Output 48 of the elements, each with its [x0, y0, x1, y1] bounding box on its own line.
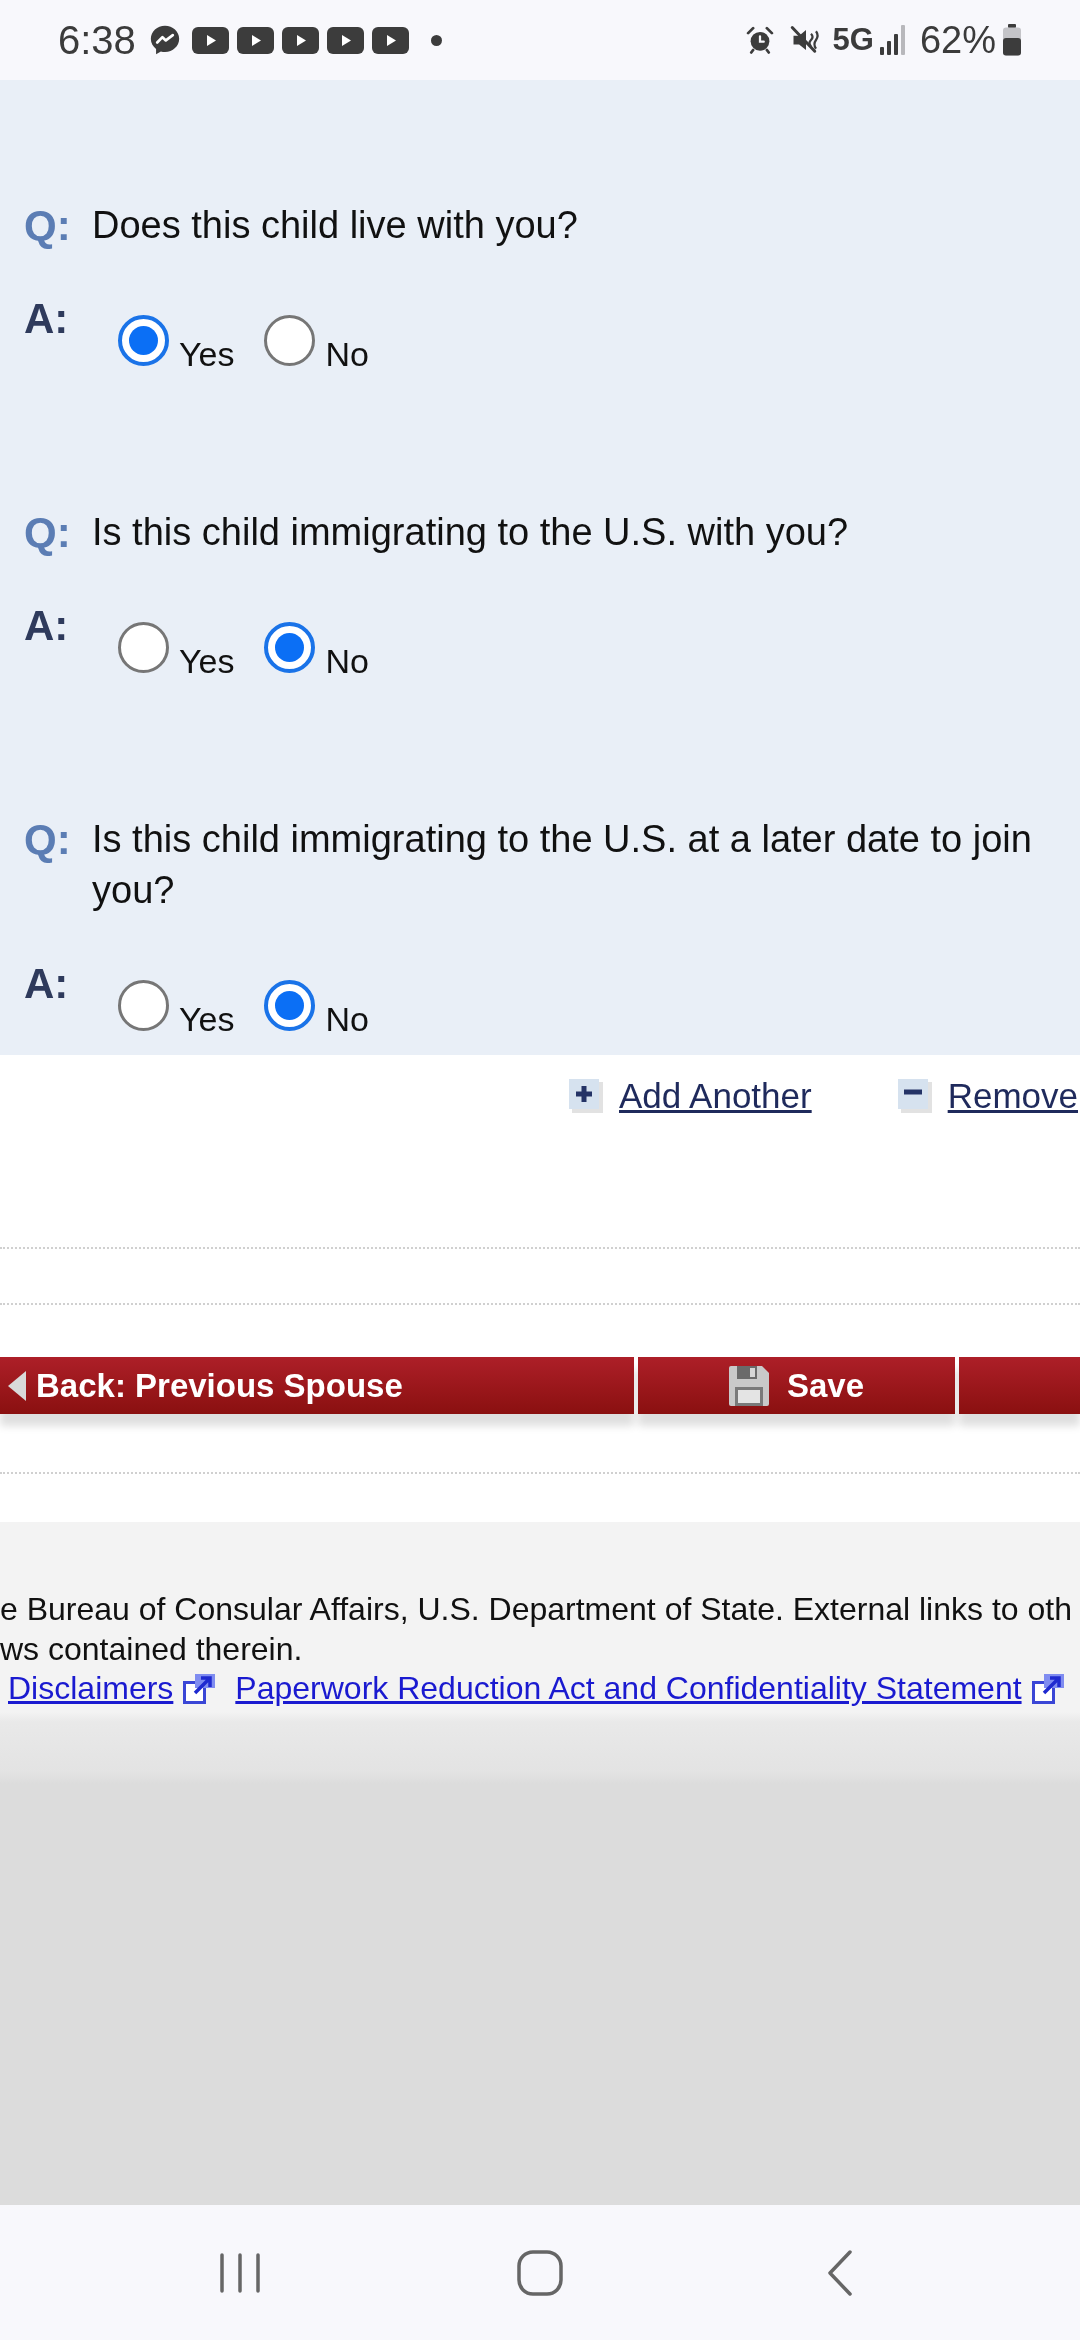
answer-marker: A:	[24, 294, 70, 344]
alarm-icon	[744, 25, 775, 55]
radio-button[interactable]	[264, 980, 316, 1031]
option-label: Yes	[179, 334, 235, 374]
left-triangle-icon	[8, 1370, 26, 1401]
signal-icon	[879, 25, 906, 55]
answer-marker: A:	[24, 601, 70, 651]
battery-percent: 62%	[919, 18, 996, 62]
external-link-icon[interactable]	[183, 1673, 216, 1704]
external-link-icon[interactable]	[1031, 1673, 1064, 1704]
question-text: Is this child immigrating to the U.S. with you?	[92, 510, 849, 555]
plus-icon[interactable]	[569, 1079, 603, 1113]
radio-button[interactable]	[264, 315, 316, 366]
home-icon[interactable]	[517, 2249, 563, 2296]
radio-button[interactable]	[118, 315, 169, 366]
play-icon	[191, 26, 229, 54]
network-type: 5G	[832, 21, 874, 59]
add-link[interactable]: Add Another	[619, 1075, 812, 1117]
option-label: Yes	[179, 641, 235, 681]
question-marker: Q:	[24, 508, 72, 558]
battery-icon	[1002, 24, 1022, 56]
recent-apps-icon[interactable]	[218, 2252, 262, 2293]
radio-button[interactable]	[118, 622, 169, 673]
option-label: Yes	[179, 999, 235, 1039]
radio-button[interactable]	[264, 622, 316, 673]
option-label: No	[325, 641, 369, 681]
answer-marker: A:	[24, 959, 70, 1009]
remove-link[interactable]: Remove	[947, 1075, 1078, 1117]
back-button[interactable]: Back: Previous Spouse	[0, 1357, 634, 1414]
radio-button[interactable]	[118, 980, 169, 1031]
footer-text: ws contained therein.	[0, 1630, 304, 1669]
play-icon	[326, 26, 364, 54]
question-marker: Q:	[24, 815, 72, 865]
question-text: Does this child live with you?	[92, 203, 578, 248]
footer-link[interactable]: Paperwork Reduction Act and Confidentiality Statement	[235, 1669, 1022, 1708]
footer-text: e Bureau of Consular Affairs, U.S. Department of State. External links to oth	[0, 1590, 1073, 1629]
clock-time: 6:38	[58, 18, 136, 62]
save-button[interactable]: Save	[638, 1357, 955, 1414]
minus-icon[interactable]	[897, 1079, 932, 1113]
footer-link[interactable]: Disclaimers	[8, 1669, 174, 1708]
option-label: No	[325, 999, 369, 1039]
play-icon	[281, 26, 319, 54]
back-icon[interactable]	[827, 2249, 853, 2296]
option-label: No	[325, 334, 369, 374]
play-icon	[371, 26, 409, 54]
question-text: Is this child immigrating to the U.S. at a later date to join you?	[92, 817, 1033, 913]
play-icon	[236, 26, 274, 54]
question-marker: Q:	[24, 201, 72, 251]
